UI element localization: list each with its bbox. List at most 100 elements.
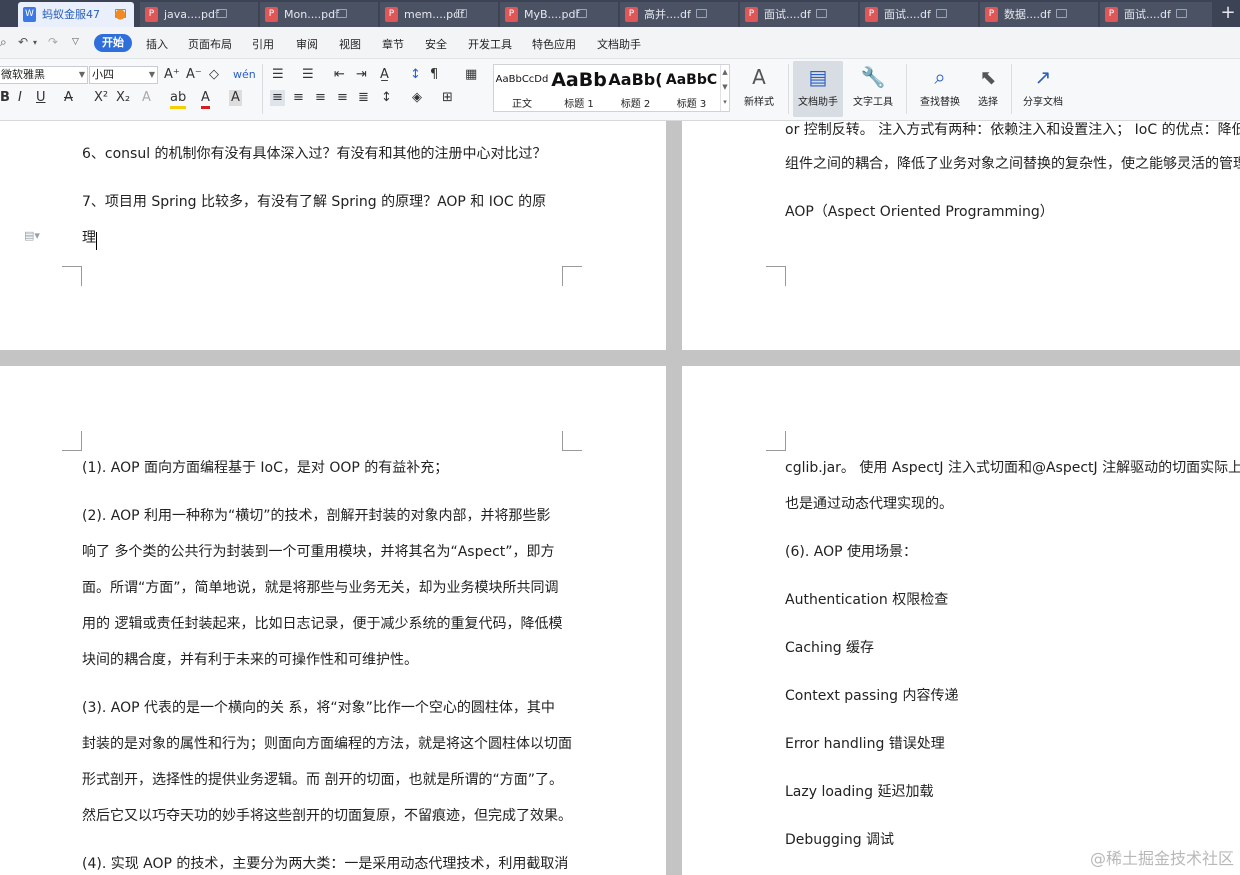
tab-pdf[interactable]: P java....pdf bbox=[140, 2, 258, 27]
highlight-icon[interactable]: ab bbox=[170, 90, 187, 109]
menu-review[interactable]: 审阅 bbox=[296, 36, 318, 52]
superscript-icon[interactable]: X² bbox=[94, 90, 108, 106]
select-button[interactable]: ⬉ 选择 bbox=[970, 61, 1006, 117]
new-tab-button[interactable]: + bbox=[1216, 0, 1240, 27]
increase-indent-icon[interactable]: ⇥ bbox=[356, 67, 367, 83]
font-color-icon[interactable]: A bbox=[201, 90, 210, 109]
font-size-combo[interactable]: 小四 ▼ bbox=[89, 66, 158, 84]
redo-icon[interactable]: ↷ bbox=[48, 35, 58, 49]
tab-pdf[interactable]: P Mon....pdf bbox=[260, 2, 378, 27]
menu-home[interactable]: 开始 bbox=[94, 34, 132, 52]
paragraph-line: 形式剖开，选择性的提供业务逻辑。而 剖开的切面，也就是所谓的“方面”了。 bbox=[82, 772, 563, 788]
bullet-list-icon[interactable]: ☰ bbox=[272, 67, 284, 83]
customize-quick-access-icon[interactable]: ▽ bbox=[72, 37, 79, 47]
paragraph-cglib-line1: cglib.jar。 使用 AspectJ 注入式切面和@AspectJ 注解驱… bbox=[785, 460, 1240, 476]
menu-insert[interactable]: 插入 bbox=[146, 36, 168, 52]
decrease-font-size-icon[interactable]: A⁻ bbox=[186, 67, 202, 83]
menu-view[interactable]: 视图 bbox=[339, 36, 361, 52]
style-heading-2[interactable]: AaBb( 标题 2 bbox=[608, 65, 663, 111]
tab-label: MyB....pdf bbox=[524, 8, 580, 21]
numbered-list-icon[interactable]: ☰ bbox=[302, 67, 314, 83]
style-sample: AaBbCcDd bbox=[495, 74, 549, 85]
style-heading-3[interactable]: AaBbC 标题 3 bbox=[664, 65, 719, 111]
menu-page-layout[interactable]: 页面布局 bbox=[188, 36, 232, 52]
page-corner-mark bbox=[62, 266, 82, 286]
text-tool-button[interactable]: 🔧 文字工具 bbox=[846, 61, 900, 117]
style-label: 标题 3 bbox=[676, 99, 707, 110]
menu-special-apps[interactable]: 特色应用 bbox=[532, 36, 576, 52]
share-label: 分享文档 bbox=[1023, 97, 1063, 108]
new-style-label: 新样式 bbox=[744, 97, 774, 108]
tab-pdf[interactable]: P mem....pdf bbox=[380, 2, 498, 27]
menu-security[interactable]: 安全 bbox=[425, 36, 447, 52]
text-tool-label: 文字工具 bbox=[853, 97, 893, 108]
paragraph-marker-icon[interactable]: ▤▾ bbox=[24, 229, 40, 242]
clear-format-icon[interactable]: ◇ bbox=[209, 67, 219, 83]
pdf-icon: P bbox=[865, 7, 878, 22]
menu-references[interactable]: 引用 bbox=[252, 36, 274, 52]
distribute-icon[interactable]: ≣ bbox=[358, 90, 369, 106]
tab-pdf[interactable]: P 面试....df bbox=[1100, 2, 1212, 27]
character-shading-icon[interactable]: A bbox=[229, 90, 242, 106]
paragraph-line: (4). 实现 AOP 的技术，主要分为两大类：一是采用动态代理技术，利用截取消 bbox=[82, 856, 569, 872]
style-heading-1[interactable]: AaBb 标题 1 bbox=[551, 65, 607, 111]
tab-pdf[interactable]: P MyB....pdf bbox=[500, 2, 618, 27]
paragraph-q7-line1: 7、项目用 Spring 比较多，有没有了解 Spring 的原理？AOP 和 … bbox=[82, 194, 547, 210]
decrease-indent-icon[interactable]: ⇤ bbox=[334, 67, 345, 83]
show-hide-marks-icon[interactable]: ¶ bbox=[430, 67, 438, 83]
wps-writer-icon: W bbox=[23, 7, 36, 22]
wrench-icon: 🔧 bbox=[860, 65, 886, 89]
font-name-value: 微软雅黑 bbox=[1, 68, 45, 81]
shading-icon[interactable]: ◈ bbox=[412, 90, 422, 106]
new-style-button[interactable]: A 新样式 bbox=[734, 61, 784, 117]
table-border-icon[interactable]: ▦ bbox=[465, 67, 477, 83]
increase-font-size-icon[interactable]: A⁺ bbox=[164, 67, 180, 83]
borders-icon[interactable]: ⊞ bbox=[442, 90, 453, 106]
tab-document-active[interactable]: W 蚂蚁金服47 ● bbox=[18, 2, 134, 27]
tab-pdf[interactable]: P 数据....df bbox=[980, 2, 1098, 27]
italic-icon[interactable]: I bbox=[18, 90, 22, 106]
strikethrough-icon[interactable]: A bbox=[64, 90, 73, 106]
page-right-bottom[interactable]: cglib.jar。 使用 AspectJ 注入式切面和@AspectJ 注解驱… bbox=[682, 366, 1240, 875]
justify-icon[interactable]: ≡ bbox=[337, 90, 348, 106]
tab-label: java....pdf bbox=[164, 8, 219, 21]
doc-helper-button[interactable]: ▤ 文档助手 bbox=[793, 61, 843, 117]
select-label: 选择 bbox=[978, 97, 998, 108]
pdf-icon: P bbox=[625, 7, 638, 22]
tab-pdf[interactable]: P 高并....df bbox=[620, 2, 738, 27]
sort-icon[interactable]: ↕ bbox=[410, 67, 421, 83]
page-left-top[interactable]: 6、consul 的机制你有没有具体深入过？有没有和其他的注册中心对比过？ 7、… bbox=[0, 121, 666, 350]
watermark: @稀土掘金技术社区 bbox=[1089, 849, 1234, 868]
menu-chapter[interactable]: 章节 bbox=[382, 36, 404, 52]
page-left-bottom[interactable]: (1). AOP 面向方面编程基于 IoC，是对 OOP 的有益补充； (2).… bbox=[0, 366, 666, 875]
tab-pdf[interactable]: P 面试....df bbox=[740, 2, 858, 27]
tab-label: 数据....df bbox=[1004, 8, 1051, 21]
paragraph-line: 然后它又以巧夺天功的妙手将这些剖开的切面复原，不留痕迹，但完成了效果。 bbox=[82, 808, 572, 824]
menu-developer-tools[interactable]: 开发工具 bbox=[468, 36, 512, 52]
print-preview-icon[interactable]: ⌕ bbox=[0, 35, 7, 50]
paragraph-line: 块间的耦合度，并有利于未来的可操作性和可维护性。 bbox=[82, 652, 418, 668]
align-center-icon[interactable]: ≡ bbox=[293, 90, 304, 106]
style-normal[interactable]: AaBbCcDd 正文 bbox=[494, 65, 550, 111]
bold-icon[interactable]: B bbox=[0, 90, 10, 106]
text-effect-icon[interactable]: A bbox=[142, 90, 151, 106]
menu-document-helper[interactable]: 文档助手 bbox=[597, 36, 641, 52]
find-replace-button[interactable]: ⌕ 查找替换 bbox=[912, 61, 968, 117]
subscript-icon[interactable]: X₂ bbox=[116, 90, 130, 106]
undo-dropdown-icon[interactable]: ▾ bbox=[33, 38, 37, 47]
phonetic-guide-icon[interactable]: wén bbox=[233, 67, 256, 83]
monitor-icon bbox=[816, 9, 827, 18]
undo-icon[interactable]: ↶ bbox=[18, 35, 28, 49]
document-canvas[interactable]: 6、consul 的机制你有没有具体深入过？有没有和其他的注册中心对比过？ 7、… bbox=[0, 121, 1240, 875]
font-name-combo[interactable]: 微软雅黑 ▼ bbox=[0, 66, 88, 84]
chinese-layout-icon[interactable]: A̲ bbox=[380, 67, 389, 83]
line-spacing-icon[interactable]: ↕ bbox=[381, 90, 392, 106]
tab-pdf[interactable]: P 面试....df bbox=[860, 2, 978, 27]
styles-scroll[interactable]: ▲ ▼ ▾ bbox=[720, 65, 729, 111]
align-left-icon[interactable]: ≡ bbox=[270, 90, 285, 106]
align-right-icon[interactable]: ≡ bbox=[315, 90, 326, 106]
share-document-button[interactable]: ↗ 分享文档 bbox=[1018, 61, 1068, 117]
page-right-top[interactable]: or 控制反转。 注入方式有两种：依赖注入和设置注入； IoC 的优点：降低 组… bbox=[682, 121, 1240, 350]
paragraph-q7-line2: 理 bbox=[82, 230, 96, 246]
underline-icon[interactable]: U bbox=[36, 90, 46, 106]
